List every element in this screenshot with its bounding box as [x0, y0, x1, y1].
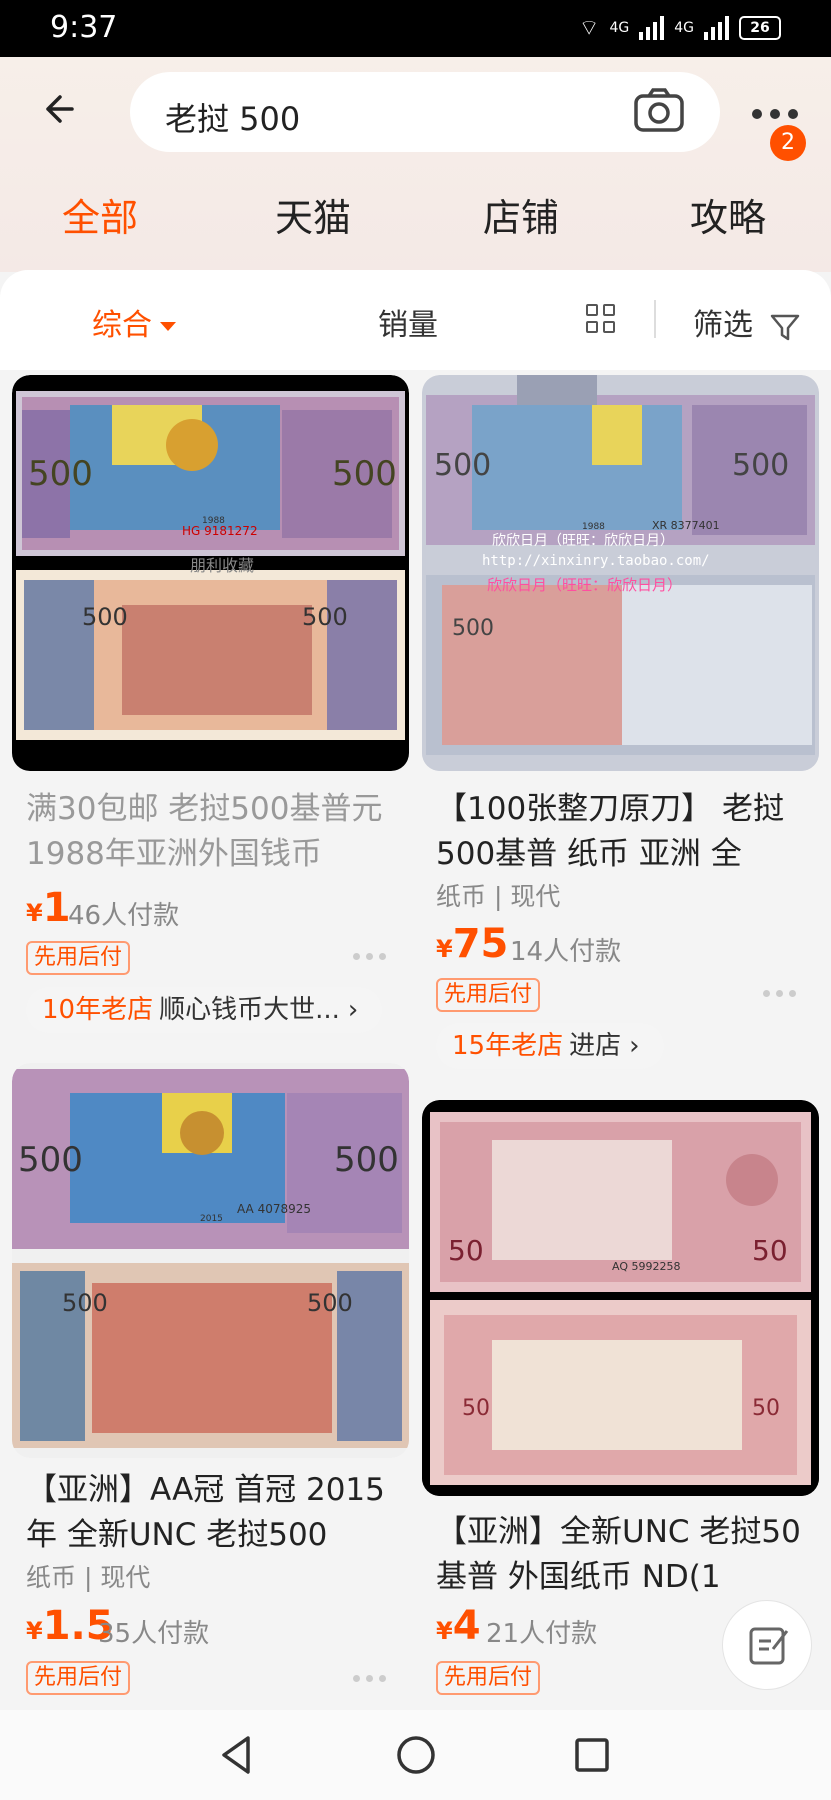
- edit-note-icon: [749, 1627, 789, 1665]
- svg-text:2015: 2015: [200, 1214, 223, 1224]
- svg-text:AQ 5992258: AQ 5992258: [612, 1260, 680, 1273]
- more-menu-icon[interactable]: [752, 97, 802, 127]
- svg-text:500: 500: [82, 603, 128, 631]
- back-arrow-icon[interactable]: [42, 89, 92, 139]
- product-card[interactable]: 500 500 HG 9181272 1988 500 500 朋利收藏 满30…: [12, 375, 409, 1033]
- network-type-2: 4G: [674, 20, 694, 36]
- search-header: 老挝 500 2 全部 天猫 店铺 攻略: [0, 57, 831, 272]
- svg-text:500: 500: [307, 1289, 353, 1317]
- search-query: 老挝 500: [165, 100, 301, 138]
- pay-later-tag: 先用后付: [436, 978, 541, 1012]
- sort-bar: 综合 销量 筛选: [0, 270, 831, 370]
- status-bar: 9:37 ⌔ 4G 4G 26: [0, 0, 831, 57]
- product-sales: 35人付款: [98, 1619, 210, 1649]
- message-badge: 2: [770, 125, 806, 161]
- status-icons: ⌔ 4G 4G 26: [579, 14, 781, 42]
- tab-all[interactable]: 全部: [62, 187, 138, 242]
- pay-later-tag: 先用后付: [26, 941, 131, 975]
- svg-text:HG 9181272: HG 9181272: [182, 524, 258, 538]
- svg-text:50: 50: [752, 1396, 780, 1421]
- product-price: ¥1: [26, 885, 71, 931]
- banknote-image: 50 50 AQ 5992258 50 50: [422, 1100, 819, 1496]
- product-image[interactable]: 500 500 XR 8377401 1988 欣欣日月（旺旺：欣欣日月） ht…: [422, 375, 819, 771]
- product-title[interactable]: 【亚洲】全新UNC 老挝50基普 外国纸币 ND(1: [436, 1510, 814, 1600]
- svg-text:500: 500: [62, 1289, 108, 1317]
- svg-text:50: 50: [462, 1396, 490, 1421]
- nav-back-icon[interactable]: [212, 1730, 262, 1780]
- svg-text:50: 50: [448, 1234, 484, 1267]
- svg-text:500: 500: [434, 448, 491, 483]
- svg-text:http://xinxinry.taobao.com/: http://xinxinry.taobao.com/: [482, 553, 710, 569]
- product-category: 纸币 | 现代: [26, 1563, 151, 1592]
- product-price: ¥75: [436, 921, 509, 967]
- product-card[interactable]: 500 500 AA 4078925 2015 500 500 【亚洲】AA冠 …: [12, 1063, 409, 1703]
- product-card[interactable]: 500 500 XR 8377401 1988 欣欣日月（旺旺：欣欣日月） ht…: [422, 375, 819, 1075]
- svg-text:欣欣日月（旺旺：欣欣日月）: 欣欣日月（旺旺：欣欣日月）: [492, 533, 674, 549]
- more-options-icon[interactable]: [763, 990, 797, 1000]
- svg-text:50: 50: [752, 1234, 788, 1267]
- product-sales: 14人付款: [510, 937, 622, 967]
- product-sales: 21人付款: [486, 1619, 598, 1649]
- chevron-right-icon: ›: [347, 995, 359, 1025]
- filter-button[interactable]: 筛选: [693, 300, 801, 344]
- svg-text:500: 500: [332, 454, 397, 494]
- chevron-right-icon: ›: [629, 1031, 640, 1061]
- tab-tmall[interactable]: 天猫: [275, 187, 351, 242]
- svg-text:XR 8377401: XR 8377401: [652, 519, 720, 532]
- banknote-image: 500 500 AA 4078925 2015 500 500: [12, 1063, 409, 1458]
- product-title[interactable]: 【100张整刀原刀】 老挝500基普 纸币 亚洲 全: [436, 787, 814, 877]
- svg-text:500: 500: [452, 616, 494, 641]
- shop-link[interactable]: 10年老店 顺心钱币大世... ›: [26, 987, 383, 1033]
- system-nav-bar: [0, 1710, 831, 1800]
- nav-home-icon[interactable]: [391, 1730, 441, 1780]
- signal-icon: [639, 16, 665, 40]
- svg-text:朋利收藏: 朋利收藏: [190, 556, 254, 575]
- pay-later-tag: 先用后付: [436, 1661, 541, 1695]
- grid-view-icon[interactable]: [586, 304, 616, 334]
- shop-link[interactable]: 15年老店 进店 ›: [436, 1023, 664, 1069]
- signal-icon-2: [704, 16, 729, 40]
- svg-text:500: 500: [28, 454, 93, 494]
- clock: 9:37: [50, 10, 118, 45]
- banknote-image: 500 500 XR 8377401 1988 欣欣日月（旺旺：欣欣日月） ht…: [422, 375, 819, 771]
- search-input[interactable]: 老挝 500: [130, 72, 720, 152]
- svg-text:500: 500: [302, 603, 348, 631]
- svg-text:欣欣日月（旺旺：欣欣日月）: 欣欣日月（旺旺：欣欣日月）: [487, 576, 682, 594]
- more-options-icon[interactable]: [353, 953, 387, 963]
- feedback-button[interactable]: [722, 1600, 812, 1690]
- svg-text:500: 500: [732, 448, 789, 483]
- tab-guides[interactable]: 攻略: [690, 187, 766, 242]
- sort-sales[interactable]: 销量: [378, 300, 438, 344]
- product-price: ¥4: [436, 1603, 481, 1649]
- more-options-icon[interactable]: [353, 1675, 387, 1685]
- product-category: 纸币 | 现代: [436, 882, 561, 911]
- svg-text:1988: 1988: [202, 516, 225, 526]
- svg-text:AA 4078925: AA 4078925: [237, 1202, 311, 1216]
- camera-icon[interactable]: [633, 87, 685, 133]
- filter-icon: [770, 314, 799, 340]
- banknote-image: 500 500 HG 9181272 1988 500 500 朋利收藏: [16, 391, 405, 740]
- product-image[interactable]: 500 500 AA 4078925 2015 500 500: [12, 1063, 409, 1458]
- product-title[interactable]: 【亚洲】AA冠 首冠 2015年 全新UNC 老挝500: [26, 1468, 404, 1558]
- nav-recents-icon[interactable]: [567, 1730, 617, 1780]
- product-title[interactable]: 满30包邮 老挝500基普元1988年亚洲外国钱币: [26, 787, 404, 877]
- tab-shops[interactable]: 店铺: [483, 187, 559, 242]
- product-image[interactable]: 50 50 AQ 5992258 50 50: [422, 1100, 819, 1496]
- svg-text:1988: 1988: [582, 522, 605, 532]
- product-sales: 46人付款: [68, 901, 180, 931]
- divider: [654, 300, 656, 338]
- sort-overall[interactable]: 综合: [92, 300, 176, 344]
- svg-text:500: 500: [334, 1140, 399, 1180]
- chevron-down-icon: [160, 322, 176, 331]
- wifi-icon: ⌔: [578, 16, 600, 41]
- pay-later-tag: 先用后付: [26, 1661, 131, 1695]
- product-image[interactable]: 500 500 HG 9181272 1988 500 500 朋利收藏: [12, 375, 409, 771]
- battery-icon: 26: [739, 16, 781, 40]
- category-tabs: 全部 天猫 店铺 攻略: [0, 187, 831, 257]
- svg-text:500: 500: [18, 1140, 83, 1180]
- network-type-1: 4G: [609, 20, 630, 36]
